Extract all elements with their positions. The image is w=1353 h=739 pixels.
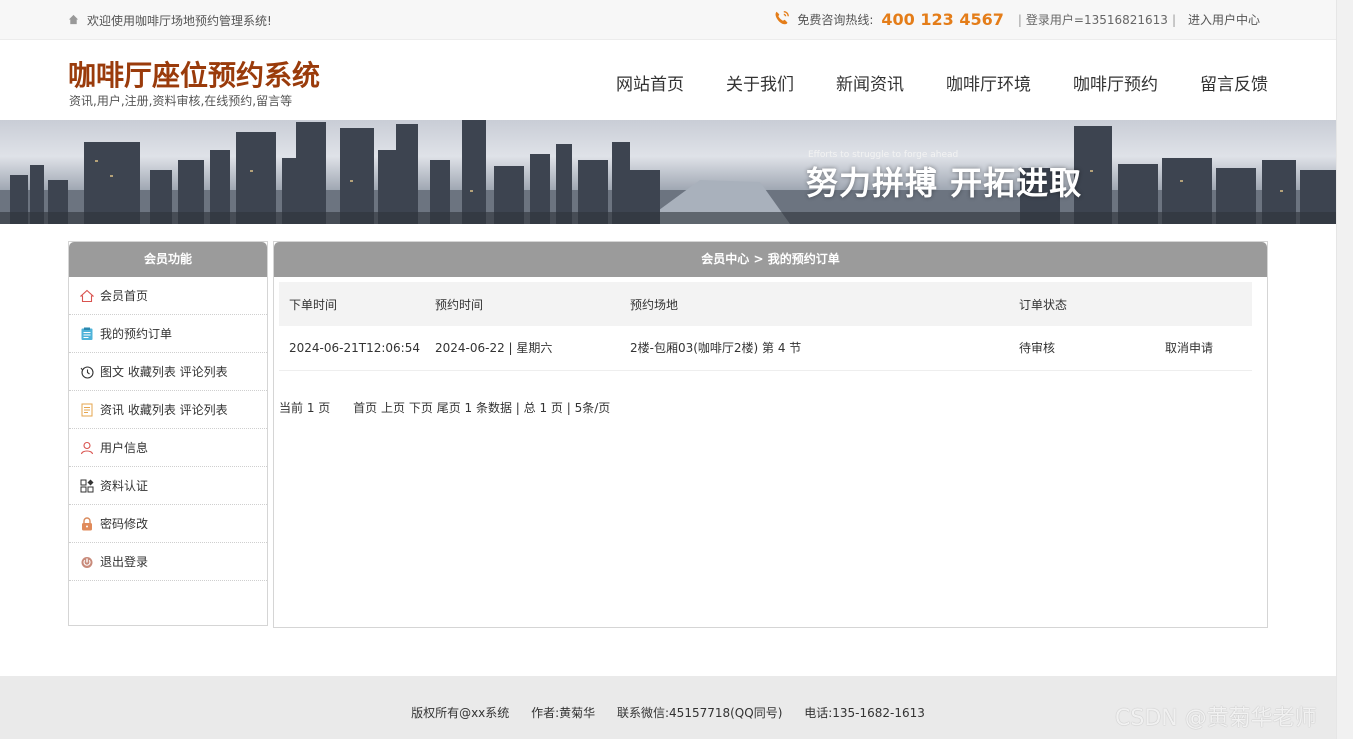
- user-icon: [80, 441, 94, 455]
- main-nav: 网站首页 关于我们 新闻资讯 咖啡厅环境 咖啡厅预约 留言反馈: [616, 70, 1268, 95]
- column-order-time: 下单时间: [279, 282, 425, 326]
- power-icon: [80, 555, 94, 569]
- nav-environment[interactable]: 咖啡厅环境: [946, 70, 1031, 95]
- footer-author: 作者:黄菊华: [531, 706, 596, 720]
- phone-icon: [773, 9, 791, 30]
- top-bar: 欢迎使用咖啡厅场地预约管理系统! 免费咨询热线: 400 123 4567 | …: [0, 0, 1336, 40]
- footer-copyright: 版权所有@xx系统: [411, 706, 510, 720]
- pager-summary: 1 条数据 | 总 1 页 | 5条/页: [464, 401, 611, 415]
- booking-time-cell: 2024-06-22 | 星期六: [425, 326, 620, 371]
- sidebar-item-user-info[interactable]: 用户信息: [69, 429, 267, 467]
- status-badge: 待审核: [1009, 326, 1155, 371]
- banner-slogan: 努力拼搏 开拓进取: [806, 164, 1083, 202]
- nav-booking[interactable]: 咖啡厅预约: [1073, 70, 1158, 95]
- cancel-request-link[interactable]: 取消申请: [1165, 341, 1213, 355]
- table-row: 2024-06-21T12:06:54 2024-06-22 | 星期六 2楼-…: [279, 326, 1252, 371]
- sidebar-item-password[interactable]: 密码修改: [69, 505, 267, 543]
- sidebar-item-my-orders[interactable]: 我的预约订单: [69, 315, 267, 353]
- csdn-watermark: CSDN @黄菊华老师: [1115, 706, 1317, 731]
- banner: Efforts to struggle to forge ahead 努力拼搏 …: [0, 120, 1336, 224]
- page-scrollbar[interactable]: [1336, 0, 1353, 739]
- pager-next-link[interactable]: 下页: [409, 401, 433, 415]
- login-user: 登录用户=13516821613: [1025, 13, 1168, 27]
- sidebar-item-image-favorites[interactable]: 图文 收藏列表 评论列表: [69, 353, 267, 391]
- site-subtitle: 资讯,用户,注册,资料审核,在线预约,留言等: [69, 94, 293, 108]
- hotline-label: 免费咨询热线:: [797, 13, 874, 27]
- action-cell: 取消申请: [1155, 326, 1252, 371]
- user-center-link[interactable]: 进入用户中心: [1188, 11, 1260, 28]
- venue-cell: 2楼-包厢03(咖啡厅2楼) 第 4 节: [620, 326, 1009, 371]
- orders-panel: 会员中心 > 我的预约订单 下单时间 预约时间 预约场地 订单状态 2024-0…: [273, 241, 1268, 628]
- welcome-text: 欢迎使用咖啡厅场地预约管理系统!: [87, 14, 272, 28]
- pager-prev-link[interactable]: 上页: [381, 401, 405, 415]
- welcome-message: 欢迎使用咖啡厅场地预约管理系统!: [68, 12, 272, 29]
- site-title[interactable]: 咖啡厅座位预约系统: [68, 54, 320, 94]
- nav-news[interactable]: 新闻资讯: [836, 70, 904, 95]
- document-icon: [80, 403, 94, 417]
- footer-wechat: 联系微信:45157718(QQ同号): [617, 706, 783, 720]
- hotline-number: 400 123 4567: [881, 10, 1004, 29]
- sidebar-title: 会员功能: [69, 242, 267, 277]
- pager-last-link[interactable]: 尾页: [437, 401, 461, 415]
- pagination: 当前 1 页 首页 上页 下页 尾页 1 条数据 | 总 1 页 | 5条/页: [279, 399, 610, 416]
- home-icon: [80, 289, 94, 303]
- sidebar-item-logout[interactable]: 退出登录: [69, 543, 267, 581]
- city-skyline-image: [0, 120, 1336, 224]
- clipboard-icon: [80, 327, 94, 341]
- order-time-cell: 2024-06-21T12:06:54: [279, 326, 425, 371]
- grid-icon: [80, 479, 94, 493]
- home-small-icon: [68, 14, 79, 28]
- table-header-row: 下单时间 预约时间 预约场地 订单状态: [279, 282, 1252, 326]
- top-right-info: 免费咨询热线: 400 123 4567 | 登录用户=13516821613 …: [773, 9, 1260, 30]
- site-header: 咖啡厅座位预约系统 资讯,用户,注册,资料审核,在线预约,留言等 网站首页 关于…: [0, 40, 1336, 120]
- pager-current: 当前 1 页: [279, 401, 331, 415]
- sidebar-item-news-favorites[interactable]: 资讯 收藏列表 评论列表: [69, 391, 267, 429]
- footer-phone: 电话:135-1682-1613: [804, 706, 925, 720]
- nav-about[interactable]: 关于我们: [726, 70, 794, 95]
- history-icon: [80, 365, 94, 379]
- column-status: 订单状态: [1009, 282, 1155, 326]
- sidebar-item-verification[interactable]: 资料认证: [69, 467, 267, 505]
- breadcrumb: 会员中心 > 我的预约订单: [274, 242, 1267, 277]
- lock-icon: [80, 516, 94, 531]
- member-sidebar: 会员功能 会员首页 我的预约订单 图文 收藏列表 评论列表 资讯 收藏列表 评论…: [68, 241, 268, 626]
- column-action: [1155, 282, 1252, 326]
- column-booking-time: 预约时间: [425, 282, 620, 326]
- sidebar-item-member-home[interactable]: 会员首页: [69, 277, 267, 315]
- column-venue: 预约场地: [620, 282, 1009, 326]
- orders-table: 下单时间 预约时间 预约场地 订单状态 2024-06-21T12:06:54 …: [279, 282, 1252, 371]
- pager-first-link[interactable]: 首页: [353, 401, 377, 415]
- nav-feedback[interactable]: 留言反馈: [1200, 70, 1268, 95]
- nav-home[interactable]: 网站首页: [616, 70, 684, 95]
